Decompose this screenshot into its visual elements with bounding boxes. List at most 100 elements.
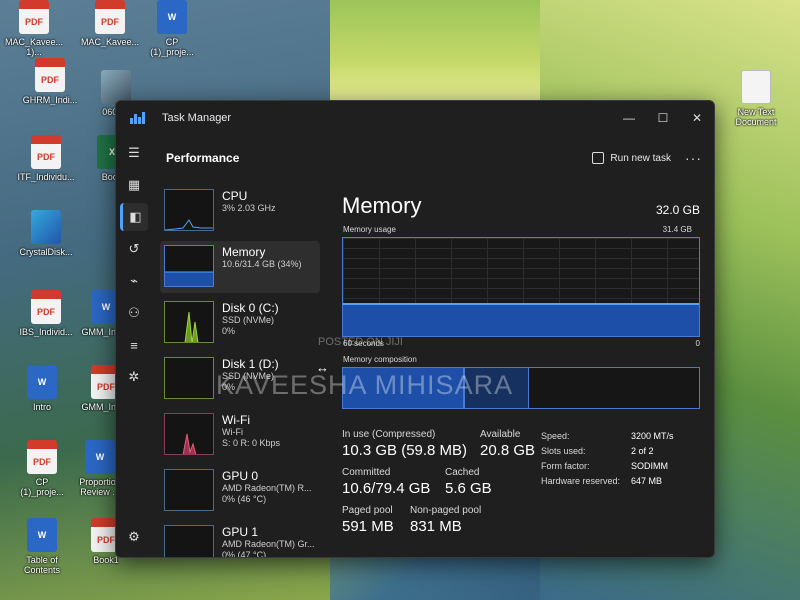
available-value: 20.8 GB [480, 442, 536, 459]
desktop-icon[interactable]: PDF CP (1)_proje... [10, 440, 74, 497]
pdf-file-icon: PDF [31, 135, 61, 169]
menu-icon[interactable]: ☰ [120, 139, 148, 167]
page-title: Performance [166, 151, 240, 165]
spec-label: Slots used: [541, 446, 586, 456]
minimize-button[interactable]: — [612, 101, 646, 135]
settings-icon[interactable]: ⚙ [120, 523, 148, 551]
word-file-icon: W [85, 440, 115, 474]
memory-total: 32.0 GB [655, 203, 700, 217]
desktop-icon-label: New Text [737, 107, 775, 117]
title-bar[interactable]: Task Manager — ☐ ✕ [116, 101, 714, 135]
device-title: GPU 0 [222, 469, 259, 483]
desktop-icon-sublabel: Document [735, 117, 777, 127]
desktop-icon[interactable]: New Text Document [724, 70, 788, 127]
spec-row: Slots used: 2 of 2 [541, 444, 711, 459]
device-title: Disk 0 (C:) [222, 301, 279, 315]
device-text: GPU 0 AMD Radeon(TM) R... 0% (46 °C) [222, 469, 312, 505]
memory-usage-caption: Memory usage [343, 225, 396, 234]
desktop-icon[interactable]: PDF GHRM_Indi... [18, 58, 82, 105]
device-item-gpu-0[interactable]: GPU 0 AMD Radeon(TM) R... 0% (46 °C) [160, 465, 324, 517]
device-text: Memory 10.6/31.4 GB (34%) [222, 245, 302, 270]
memory-composition-caption: Memory composition [343, 355, 417, 364]
desktop-icon[interactable]: PDF MAC_Kavee... 1)... [2, 0, 66, 57]
device-item-gpu-1[interactable]: GPU 1 AMD Radeon(TM) Gr... 0% (47 °C) [160, 521, 324, 557]
device-title: GPU 1 [222, 525, 259, 539]
device-title: Wi-Fi [222, 413, 250, 427]
services-icon[interactable]: ✲ [120, 363, 148, 391]
startup-icon[interactable]: ⌁ [120, 267, 148, 295]
desktop-icon-label: CP [35, 477, 49, 487]
spec-value: 3200 MT/s [631, 431, 674, 441]
device-detail: S: 0 R: 0 Kbps [222, 438, 281, 448]
committed-stat: Committed 10.6/79.4 GB [342, 467, 430, 497]
desktop-icon[interactable]: W Intro [10, 365, 74, 412]
device-detail: AMD Radeon(TM) Gr... [222, 539, 315, 549]
memory-usage-max: 31.4 GB [662, 225, 692, 234]
spec-label: Speed: [541, 431, 570, 441]
device-item-wi-fi[interactable]: Wi-Fi Wi-Fi S: 0 R: 0 Kbps [160, 409, 324, 461]
cached-label: Cached [445, 467, 480, 478]
desktop-icon-label: Table of [26, 555, 58, 565]
device-title: Memory [222, 245, 266, 259]
device-text: GPU 1 AMD Radeon(TM) Gr... 0% (47 °C) [222, 525, 315, 557]
desktop-icon-sublabel: 1)... [26, 47, 42, 57]
pdf-file-icon: PDF [19, 0, 49, 34]
device-item-cpu[interactable]: CPU 3% 2.03 GHz [160, 185, 324, 237]
desktop-icon[interactable]: CrystalDisk... [14, 210, 78, 257]
desktop-icon-sublabel: (1)_proje... [150, 47, 194, 57]
device-text: Disk 0 (C:) SSD (NVMe) 0% [222, 301, 279, 337]
in-use-label: In use (Compressed) [342, 429, 436, 440]
device-detail: SSD (NVMe) [222, 315, 275, 325]
device-item-memory[interactable]: Memory 10.6/31.4 GB (34%) [160, 241, 320, 293]
pdf-file-icon: PDF [31, 290, 61, 324]
non-paged-pool-stat: Non-paged pool 831 MB [410, 505, 481, 535]
maximize-button[interactable]: ☐ [646, 101, 680, 135]
paged-pool-stat: Paged pool 591 MB [342, 505, 394, 535]
desktop-icon-label: Book1 [93, 555, 119, 565]
desktop-icon[interactable]: PDF MAC_Kavee... [78, 0, 142, 47]
run-task-icon [592, 152, 605, 164]
desktop-icon[interactable]: PDF ITF_Individu... [14, 135, 78, 182]
committed-label: Committed [342, 467, 391, 478]
device-detail: AMD Radeon(TM) R... [222, 483, 312, 493]
resize-cursor-icon: ↔ [316, 360, 329, 375]
spec-label: Hardware reserved: [541, 476, 621, 486]
desktop-icon-sublabel: Contents [23, 565, 61, 575]
img-file-icon [101, 70, 131, 104]
more-options-button[interactable]: ··· [685, 150, 702, 166]
device-detail: 3% 2.03 GHz [222, 203, 276, 213]
page-header: Performance Run new task ··· [152, 135, 714, 181]
close-button[interactable]: ✕ [680, 101, 714, 135]
non-paged-pool-label: Non-paged pool [410, 505, 482, 516]
device-thumbnail-graph [164, 189, 214, 231]
app-history-icon[interactable]: ↺ [120, 235, 148, 263]
desktop-icon[interactable]: W Table of Contents [10, 518, 74, 575]
desktop-icon[interactable]: W CP (1)_proje... [140, 0, 204, 57]
spec-row: Speed: 3200 MT/s [541, 429, 711, 444]
word-file-icon: W [27, 365, 57, 399]
word-file-icon: W [27, 518, 57, 552]
device-thumbnail-graph [164, 245, 214, 287]
spec-row: Form factor: SODIMM [541, 459, 711, 474]
device-item-disk-0-c[interactable]: Disk 0 (C:) SSD (NVMe) 0% [160, 297, 324, 349]
text-file-icon [741, 70, 771, 104]
desktop-icon-label: MAC_Kavee... [4, 37, 64, 47]
run-new-task-label: Run new task [610, 152, 671, 164]
paged-pool-label: Paged pool [342, 505, 393, 516]
performance-icon[interactable]: ◧ [120, 203, 148, 231]
memory-usage-graph [342, 237, 700, 337]
in-use-stat: In use (Compressed) 10.3 GB (59.8 MB) [342, 429, 467, 459]
desktop-icon[interactable]: PDF IBS_Individ... [14, 290, 78, 337]
processes-icon[interactable]: ▦ [120, 171, 148, 199]
details-icon[interactable]: ≡ [120, 331, 148, 359]
cached-stat: Cached 5.6 GB [445, 467, 492, 497]
users-icon[interactable]: ⚇ [120, 299, 148, 327]
pdf-file-icon: PDF [95, 0, 125, 34]
device-detail: 0% [222, 326, 236, 336]
desktop-icon-label: CP [165, 37, 179, 47]
desktop-icon-label: GHRM_Indi... [22, 95, 78, 105]
composition-free[interactable] [529, 368, 699, 408]
spec-row: Hardware reserved: 647 MB [541, 474, 711, 489]
desktop-icon-label: MAC_Kavee... [80, 37, 140, 47]
run-new-task-button[interactable]: Run new task [592, 152, 671, 164]
